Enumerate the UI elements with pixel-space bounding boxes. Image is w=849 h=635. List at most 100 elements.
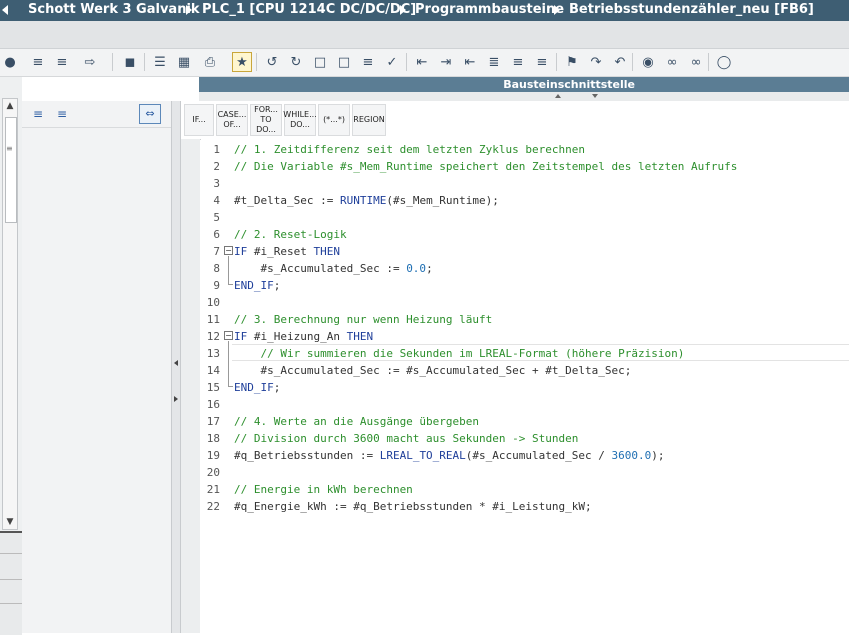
code-line[interactable]: IF #i_Heizung_An THEN — [234, 328, 373, 345]
code-line[interactable]: // 2. Reset-Logik — [234, 226, 347, 243]
code-line[interactable]: #s_Accumulated_Sec := #s_Accumulated_Sec… — [234, 362, 631, 379]
line-number: 21 — [206, 483, 220, 496]
line-number: 7 — [213, 245, 220, 258]
breakpoint-icon[interactable]: ⚑ — [562, 52, 582, 72]
comment-icon[interactable]: ≡ — [508, 52, 528, 72]
breadcrumb: Schott Werk 3 Galvanik PLC_1 [CPU 1214C … — [0, 0, 849, 21]
add-row-icon[interactable]: ≡ — [52, 52, 72, 72]
insert-row-icon[interactable]: ≡ — [28, 52, 48, 72]
line-number: 18 — [206, 432, 220, 445]
scroll-up-icon[interactable]: ▲ — [3, 99, 17, 113]
monitor-off-icon[interactable]: ∞ — [686, 52, 706, 72]
favorites-icon[interactable]: ★ — [232, 52, 252, 72]
editor-gutter — [181, 101, 201, 633]
scroll-down-icon[interactable]: ▼ — [3, 515, 17, 529]
chevron-right-icon — [554, 5, 560, 15]
keyword-case-button[interactable]: CASE... OF... — [216, 104, 248, 136]
fold-toggle-icon[interactable]: − — [224, 246, 233, 255]
code-line[interactable]: // Wir summieren die Sekunden im LREAL-F… — [234, 345, 684, 362]
decrease-indent-icon[interactable]: ⇤ — [460, 52, 480, 72]
breadcrumb-program-blocks[interactable]: Programmbausteine — [415, 2, 564, 17]
keyword-if-button[interactable]: IF... — [184, 104, 214, 136]
code-line[interactable]: // 1. Zeitdifferenz seit dem letzten Zyk… — [234, 141, 585, 158]
split-view-icon[interactable]: ⇔ — [139, 104, 161, 124]
breadcrumb-plc[interactable]: PLC_1 [CPU 1214C DC/DC/DC] — [202, 2, 416, 17]
collapse-left-icon[interactable] — [174, 360, 178, 366]
breadcrumb-project[interactable]: Schott Werk 3 Galvanik — [28, 2, 200, 17]
code-line[interactable]: #q_Energie_kWh := #q_Betriebsstunden * #… — [234, 498, 592, 515]
line-number: 20 — [206, 466, 220, 479]
line-number: 17 — [206, 415, 220, 428]
line-number: 14 — [206, 364, 220, 377]
line-number: 4 — [213, 194, 220, 207]
block-interface-title: Bausteinschnittstelle — [503, 78, 635, 91]
code-line[interactable]: // Energie in kWh berechnen — [234, 481, 413, 498]
code-line[interactable]: #t_Delta_Sec := RUNTIME(#s_Mem_Runtime); — [234, 192, 499, 209]
uncomment-icon[interactable]: ≡ — [532, 52, 552, 72]
format-icon[interactable]: ≣ — [484, 52, 504, 72]
expand-all-icon[interactable]: ≡ — [30, 107, 46, 121]
keyword-for-button[interactable]: FOR... TO DO... — [250, 104, 282, 136]
panel-splitter[interactable] — [171, 101, 181, 633]
instruction-tree-panel: ≡ ≡ ⇔ — [22, 101, 171, 633]
line-number: 9 — [213, 279, 220, 292]
code-line[interactable]: // 4. Werte an die Ausgänge übergeben — [234, 413, 479, 430]
chevron-right-icon — [400, 5, 406, 15]
step-into-icon[interactable]: ↷ — [586, 52, 606, 72]
indent-icon[interactable]: ⇥ — [436, 52, 456, 72]
table-icon[interactable]: ▦ — [174, 52, 194, 72]
line-number: 13 — [206, 347, 220, 360]
back-arrow-icon[interactable] — [2, 5, 8, 15]
line-number: 8 — [213, 262, 220, 275]
expand-up-icon[interactable] — [555, 94, 561, 98]
outdent-icon[interactable]: ⇤ — [412, 52, 432, 72]
indent-list-icon[interactable]: ☰ — [150, 52, 170, 72]
line-number: 15 — [206, 381, 220, 394]
bookmark-list-icon[interactable]: ≡ — [358, 52, 378, 72]
print-icon[interactable]: ⎙ — [200, 52, 220, 72]
export-icon[interactable]: ⇨ — [80, 52, 100, 72]
code-editor[interactable] — [200, 140, 849, 633]
collapse-all-icon[interactable]: ≡ — [54, 107, 70, 121]
bookmark-icon[interactable]: □ — [310, 52, 330, 72]
keyword-while-button[interactable]: WHILE... DO... — [283, 104, 317, 136]
clear-error-icon[interactable]: ↻ — [286, 52, 306, 72]
code-line[interactable]: #q_Betriebsstunden := LREAL_TO_REAL(#s_A… — [234, 447, 665, 464]
bookmark-next-icon[interactable]: □ — [334, 52, 354, 72]
vertical-scrollbar[interactable]: ▲ ≡ ▼ — [2, 98, 18, 530]
line-number: 12 — [206, 330, 220, 343]
code-line[interactable]: IF #i_Reset THEN — [234, 243, 340, 260]
code-line[interactable]: // 3. Berechnung nur wenn Heizung läuft — [234, 311, 492, 328]
go-to-error-icon[interactable]: ↺ — [262, 52, 282, 72]
monitor-icon[interactable]: ◼ — [120, 52, 140, 72]
breadcrumb-block[interactable]: Betriebsstundenzähler_neu [FB6] — [569, 2, 814, 17]
editor-toolbar: ● ≡ ≡ ⇨ ◼ ☰ ▦ ⎙ ★ ↺ ↻ □ □ ≡ ✓ ⇤ ⇥ ⇤ ≣ ≡ … — [0, 49, 849, 77]
collapse-down-icon[interactable] — [592, 94, 598, 98]
tree-toolbar: ≡ ≡ ⇔ — [22, 101, 171, 128]
keyword-comment-button[interactable]: (*...*) — [318, 104, 350, 136]
network-icon[interactable]: ● — [0, 52, 20, 72]
code-line[interactable]: #s_Accumulated_Sec := 0.0; — [234, 260, 432, 277]
chevron-right-icon — [186, 5, 192, 15]
check-icon[interactable]: ✓ — [382, 52, 402, 72]
fold-toggle-icon[interactable]: − — [224, 331, 233, 340]
line-number: 10 — [206, 296, 220, 309]
line-number: 2 — [213, 160, 220, 173]
keyword-region-button[interactable]: REGION — [352, 104, 386, 136]
code-line[interactable]: // Division durch 3600 macht aus Sekunde… — [234, 430, 578, 447]
database-icon[interactable]: ◯ — [714, 52, 734, 72]
expand-right-icon[interactable] — [174, 396, 178, 402]
code-line[interactable]: END_IF; — [234, 277, 280, 294]
monitor-on-icon[interactable]: ∞ — [662, 52, 682, 72]
step-out-icon[interactable]: ↶ — [610, 52, 630, 72]
grip-icon: ≡ — [6, 144, 13, 153]
block-interface-header[interactable]: Bausteinschnittstelle — [199, 77, 849, 92]
scrollbar-thumb[interactable] — [5, 117, 17, 223]
line-number: 19 — [206, 449, 220, 462]
line-number: 16 — [206, 398, 220, 411]
code-line[interactable]: END_IF; — [234, 379, 280, 396]
monitor-glasses-icon[interactable]: ◉ — [638, 52, 658, 72]
line-number: 3 — [213, 177, 220, 190]
code-line[interactable]: // Die Variable #s_Mem_Runtime speichert… — [234, 158, 737, 175]
line-number: 22 — [206, 500, 220, 513]
